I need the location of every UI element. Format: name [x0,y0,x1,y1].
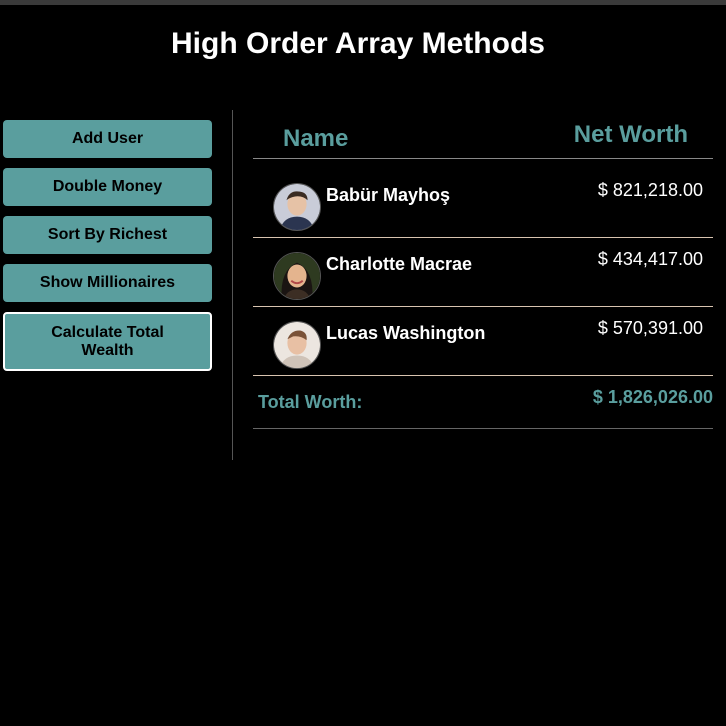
sidebar: Add User Double Money Sort By Richest Sh… [3,120,212,381]
user-avatar [273,183,321,231]
double-money-button[interactable]: Double Money [3,168,212,206]
show-millionaires-button[interactable]: Show Millionaires [3,264,212,302]
total-divider [253,428,713,429]
user-avatar [273,321,321,369]
row-divider [253,375,713,376]
calculate-total-wealth-button[interactable]: Calculate Total Wealth [3,312,212,371]
header-name: Name [283,125,349,152]
total-worth-value: $ 1,826,026.00 [592,387,713,407]
user-net-worth: $ 821,218.00 [597,180,703,200]
table-row: Babür Mayhoş $ 821,218.00 [253,169,713,238]
vertical-divider [232,110,233,460]
user-name: Charlotte Macrae [326,254,473,274]
total-worth-label: Total Worth: [258,392,363,412]
sort-by-richest-button[interactable]: Sort By Richest [3,216,212,254]
header-divider [253,158,713,159]
user-net-worth: $ 434,417.00 [597,249,703,269]
page-title: High Order Array Methods [171,27,545,60]
table-row: Charlotte Macrae $ 434,417.00 [253,238,713,307]
header-net-worth: Net Worth [573,121,688,148]
table-row: Lucas Washington $ 570,391.00 [253,307,713,376]
user-net-worth: $ 570,391.00 [597,318,703,338]
add-user-button[interactable]: Add User [3,120,212,158]
user-avatar [273,252,321,300]
window-top-bar [0,0,726,5]
user-name: Lucas Washington [326,323,486,343]
user-name: Babür Mayhoş [326,185,451,205]
